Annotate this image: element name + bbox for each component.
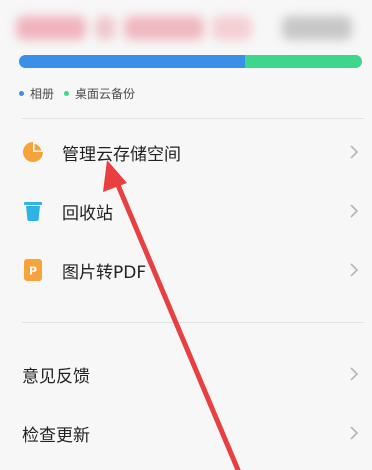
legend-label-photos: 相册 bbox=[30, 87, 55, 101]
storage-legend: 相册 桌面云备份 bbox=[19, 85, 145, 102]
chevron-right-icon bbox=[350, 367, 359, 381]
storage-segment-desktop-backup bbox=[245, 55, 362, 68]
legend-item-photos: 相册 bbox=[19, 85, 54, 102]
blurred-text bbox=[282, 16, 352, 40]
divider bbox=[22, 118, 364, 119]
divider bbox=[22, 322, 364, 323]
green-dot-icon bbox=[64, 91, 70, 96]
menu-item-label: 图片转PDF bbox=[62, 262, 147, 283]
pdf-icon: P bbox=[22, 259, 44, 281]
menu-item-label: 回收站 bbox=[62, 203, 113, 224]
pie-chart-icon bbox=[22, 141, 44, 163]
chevron-right-icon bbox=[350, 426, 359, 440]
storage-usage-bar bbox=[19, 55, 362, 68]
legend-item-desktop-backup: 桌面云备份 bbox=[64, 85, 135, 102]
blue-dot-icon bbox=[19, 91, 24, 96]
blurred-text bbox=[95, 16, 115, 40]
menu-item-label: 管理云存储空间 bbox=[62, 144, 181, 165]
chevron-right-icon bbox=[350, 204, 359, 218]
svg-text:P: P bbox=[29, 265, 37, 278]
menu-item-manage-cloud-storage[interactable]: 管理云存储空间 bbox=[0, 124, 372, 180]
menu-item-check-update[interactable]: 检查更新 bbox=[0, 405, 372, 461]
blurred-text bbox=[124, 16, 204, 40]
menu-item-image-to-pdf[interactable]: P 图片转PDF bbox=[0, 242, 372, 298]
trash-icon bbox=[22, 200, 44, 222]
menu-item-label: 检查更新 bbox=[22, 425, 90, 446]
legend-label-desktop-backup: 桌面云备份 bbox=[75, 87, 136, 101]
chevron-right-icon bbox=[350, 145, 359, 159]
menu-item-label: 意见反馈 bbox=[22, 366, 90, 387]
blurred-text bbox=[212, 16, 252, 40]
chevron-right-icon bbox=[350, 263, 359, 277]
account-header-blurred bbox=[0, 0, 372, 52]
storage-segment-photos bbox=[19, 55, 246, 68]
blurred-text bbox=[16, 16, 86, 40]
menu-item-feedback[interactable]: 意见反馈 bbox=[0, 346, 372, 402]
menu-item-recycle-bin[interactable]: 回收站 bbox=[0, 183, 372, 239]
